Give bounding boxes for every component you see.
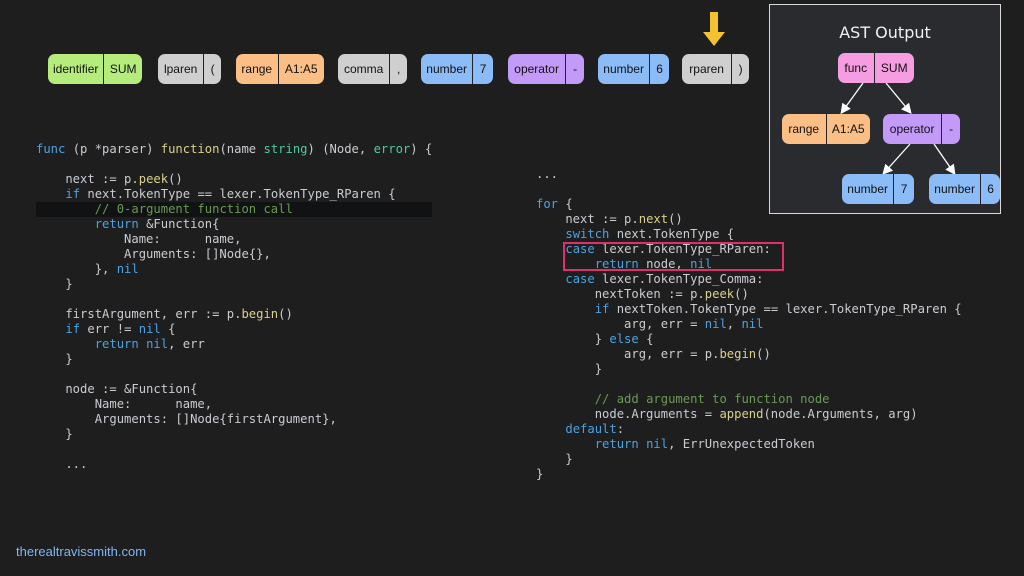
node-type: number — [934, 182, 975, 196]
code-line: return nil, err — [94, 337, 205, 351]
code-line: next := p.peek() — [36, 172, 183, 186]
token-value: , — [389, 54, 407, 84]
token-type: rparen — [689, 62, 724, 76]
token-type: operator — [514, 62, 559, 76]
token-type: range — [241, 62, 273, 76]
node-type: range — [788, 122, 820, 136]
code-line: } else { — [536, 332, 654, 346]
code-line: } — [36, 277, 73, 291]
token-comma: comma , — [338, 54, 407, 84]
code-line: switch next.TokenType { — [565, 227, 735, 241]
ast-output-panel: AST Output func SUM range A1:A5 operator… — [769, 4, 1001, 214]
code-line: return &Function{ — [94, 217, 220, 231]
node-type: operator — [889, 122, 935, 136]
token-type: lparen — [163, 62, 198, 76]
node-value: 7 — [893, 174, 914, 204]
token-value: 6 — [649, 54, 669, 84]
code-line: // 0-argument function call — [36, 202, 433, 217]
token-lparen: lparen ( — [158, 54, 221, 84]
code-line: nextToken := p.peek() — [536, 287, 749, 301]
edge-func-operator — [885, 82, 912, 115]
edge-operator-num6 — [933, 143, 956, 176]
token-type: identifier — [53, 62, 99, 76]
code-line: firstArgument, err := p.begin() — [36, 307, 293, 321]
token-number: number 7 — [421, 54, 493, 84]
token-type: number — [426, 62, 467, 76]
node-value: SUM — [873, 53, 914, 83]
token-value: SUM — [103, 54, 142, 84]
code-line: if next.TokenType == lexer.TokenType_RPa… — [65, 187, 396, 201]
ast-node-func: func SUM — [838, 53, 914, 83]
ast-node-number-7: number 7 — [842, 174, 914, 204]
code-line: }, nil — [36, 262, 139, 276]
token-operator: operator - — [508, 54, 584, 84]
code-line: arg, err = p.begin() — [536, 347, 771, 361]
token-number: number 6 — [598, 54, 669, 84]
code-line: } — [536, 467, 544, 481]
node-value: 6 — [980, 174, 1000, 204]
token-type: comma — [343, 62, 384, 76]
code-line: node.Arguments = append(node.Arguments, … — [536, 407, 918, 421]
code-line: Arguments: []Node{firstArgument}, — [36, 412, 337, 426]
code-line: } — [536, 452, 573, 466]
token-rparen: rparen ) — [682, 54, 749, 84]
code-line: // add argument to function node — [594, 392, 830, 406]
code-line: if nextToken.TokenType == lexer.TokenTyp… — [594, 302, 962, 316]
token-range: range A1:A5 — [236, 54, 324, 84]
node-value: - — [941, 114, 960, 144]
code-line: node := &Function{ — [36, 382, 198, 396]
token-value: ) — [731, 54, 749, 84]
code-block-function: func (p *parser) function(name string) (… — [36, 142, 433, 472]
code-line: default: — [565, 422, 625, 436]
node-type: number — [847, 182, 888, 196]
node-type: func — [844, 61, 868, 75]
code-line: if err != nil { — [65, 322, 176, 336]
code-line: case lexer.TokenType_Comma: — [565, 272, 764, 286]
code-line: } — [536, 362, 603, 376]
code-line: ... — [36, 457, 88, 471]
code-line: return nil, ErrUnexpectedToken — [594, 437, 815, 451]
ast-node-number-6: number 6 — [929, 174, 1000, 204]
node-value: A1:A5 — [825, 114, 871, 144]
token-type: number — [603, 62, 644, 76]
token-value: - — [565, 54, 584, 84]
author-credit: therealtravissmith.com — [16, 544, 147, 559]
down-arrow-icon — [703, 12, 725, 46]
code-line: } — [36, 427, 73, 441]
code-line: Arguments: []Node{}, — [36, 247, 271, 261]
highlight-box — [563, 242, 784, 271]
code-line: Name: name, — [36, 397, 213, 411]
ast-node-range: range A1:A5 — [782, 114, 870, 144]
code-line: arg, err = nil, nil — [536, 317, 764, 331]
edge-operator-num7 — [882, 143, 911, 175]
token-value: ( — [203, 54, 221, 84]
token-value: 7 — [472, 54, 493, 84]
code-line: } — [36, 352, 73, 366]
ast-node-operator: operator - — [883, 114, 960, 144]
token-identifier: identifier SUM — [48, 54, 142, 84]
edge-func-range — [840, 82, 864, 115]
code-line: Name: name, — [36, 232, 242, 246]
code-line: func (p *parser) function(name string) (… — [36, 142, 433, 156]
token-value: A1:A5 — [277, 54, 324, 84]
